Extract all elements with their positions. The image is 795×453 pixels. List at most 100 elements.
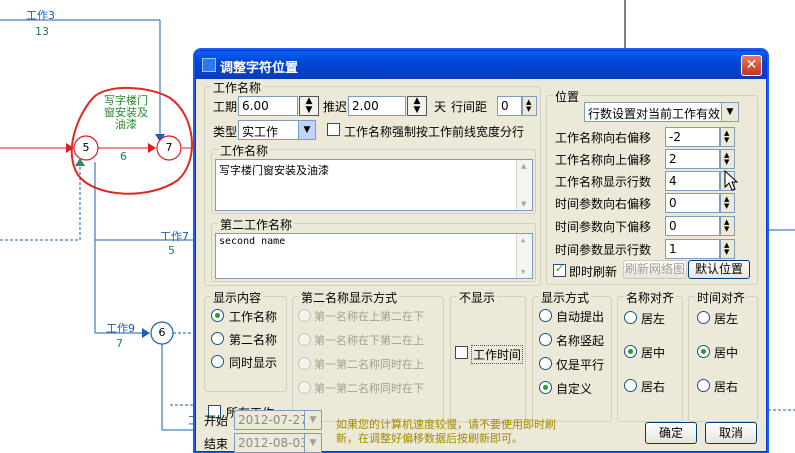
name-right-offset-spinner[interactable]: ▲ ▼ [720,127,735,147]
force-width-checkbox[interactable] [327,123,340,136]
note-line-2: 新，在调整好偏移数据后按刷新即可。 [336,432,523,445]
chevron-down-icon[interactable]: ▼ [298,121,315,139]
name-align-title: 名称对齐 [624,289,677,306]
mode-auto-radio[interactable] [539,309,552,322]
display-content-group: 显示内容 工作名称 第二名称 同时显示 [204,289,287,392]
mode-custom-radio[interactable] [539,381,552,394]
name-up-offset-label: 工作名称向上偏移 [555,153,652,167]
time-down-offset-input[interactable]: 0 [665,216,720,236]
end-date-select[interactable]: 2012-08-03 ▼ [234,433,322,453]
second-name-scrollbar[interactable]: ▲ ▼ [516,234,532,278]
duration-spinner[interactable]: ▲ ▼ [299,96,319,116]
time-rows-input[interactable]: 1 [665,239,720,259]
second-mode-option-4-radio[interactable] [298,381,311,394]
days-unit: 天 [434,100,447,114]
task-window-name: 写字楼门窗安装及油漆 [104,94,148,131]
line-spacing-input[interactable]: 0 [497,96,522,116]
name-up-offset-spinner[interactable]: ▲ ▼ [720,149,735,169]
time-rows-label: 时间参数显示行数 [555,243,652,257]
time-right-offset-label: 时间参数向右偏移 [555,197,652,211]
time-align-left-radio[interactable] [697,311,710,324]
name-box-title: 工作名称 [218,142,271,159]
display-second-name-radio[interactable] [211,332,224,345]
mouse-pointer-icon [724,170,739,191]
node-7[interactable]: 7 [159,141,179,154]
duration-input[interactable]: 6.00 [238,96,298,116]
note-line-1: 如果您的计算机速度较慢，请不要使用即时刷 [336,418,556,431]
second-mode-option-3-radio[interactable] [298,357,311,370]
mode-parallel-label: 仅是平行 [556,358,605,372]
second-mode-option-3-label: 第一第二名称同时在上 [314,358,424,371]
cancel-button[interactable]: 取消 [705,422,757,444]
hide-work-time-checkbox[interactable] [455,346,468,359]
second-name-textarea[interactable]: second name ▲ ▼ [215,233,533,279]
instant-refresh-label: 即时刷新 [569,265,618,279]
task-7-name: 工作7 [160,230,189,243]
line-spacing-spinner[interactable]: ▲ ▼ [522,96,537,116]
display-task-name-radio[interactable] [211,309,224,322]
mode-vertical-radio[interactable] [539,333,552,346]
name-align-right-label: 居右 [641,380,666,394]
second-name-box: 第二工作名称 second name ▲ ▼ [211,216,536,282]
instant-refresh-checkbox[interactable] [553,262,566,277]
time-down-offset-spinner[interactable]: ▲ ▼ [720,216,735,236]
start-label: 开始 [204,414,229,428]
second-mode-option-4-label: 第一第二名称同时在下 [314,382,424,395]
name-align-left-label: 居左 [641,312,666,326]
adjust-text-position-dialog: 调整字符位置 ✕ 工作名称 工期 6.00 ▲ ▼ 推迟 2.00 ▲ ▼ 天 行间… [195,50,767,453]
mode-custom-label: 自定义 [556,382,593,396]
type-select-value: 实工作 [242,125,279,139]
chevron-down-icon[interactable]: ▼ [721,103,738,121]
end-date-value: 2012-08-03 [238,436,308,450]
second-name-mode-title: 第二名称显示方式 [299,289,400,306]
second-name-box-title: 第二工作名称 [218,216,295,233]
line-spacing-label: 行间距 [451,100,488,114]
type-select[interactable]: 实工作 ▼ [238,120,316,140]
second-name-mode-group: 第二名称显示方式 第一名称在上第二在下 第一名称在下第二在上 第一第二名称同时在… [292,289,444,422]
close-button[interactable]: ✕ [741,55,762,76]
name-align-left-radio[interactable] [624,311,637,324]
chevron-down-icon[interactable]: ▼ [304,411,321,429]
display-both-radio[interactable] [211,355,224,368]
task-7-duration: 5 [168,244,175,257]
ok-button[interactable]: 确定 [645,422,697,444]
name-text: 写字楼门窗安装及油漆 [219,164,329,177]
node-5[interactable]: 5 [76,141,96,154]
display-mode-title: 显示方式 [539,289,592,306]
default-position-button[interactable]: 默认位置 [688,260,750,279]
name-textarea[interactable]: 写字楼门窗安装及油漆 ▲ ▼ [215,159,533,211]
name-rows-input[interactable]: 4 [665,171,720,191]
delay-spinner[interactable]: ▲ ▼ [407,96,427,116]
name-align-group: 名称对齐 居左 居中 居右 [617,289,683,422]
time-right-offset-input[interactable]: 0 [665,193,720,213]
task-9-duration: 7 [116,337,123,350]
name-up-offset-input[interactable]: 2 [665,149,720,169]
name-align-center-label: 居中 [641,346,666,360]
time-right-offset-spinner[interactable]: ▲ ▼ [720,193,735,213]
hidden-group: 不显示 工作时间 [450,289,526,422]
node-6[interactable]: 6 [152,326,172,339]
end-label: 结束 [204,437,229,451]
name-align-right-radio[interactable] [624,379,637,392]
name-box: 工作名称 写字楼门窗安装及油漆 ▲ ▼ [211,142,536,214]
chevron-down-icon[interactable]: ▼ [304,434,321,452]
time-align-center-radio[interactable] [697,345,710,358]
second-mode-option-2-radio[interactable] [298,333,311,346]
display-second-name-label: 第二名称 [229,333,278,347]
time-align-right-radio[interactable] [697,379,710,392]
name-align-center-radio[interactable] [624,345,637,358]
position-mode-select[interactable]: 行数设置对当前工作有效 ▼ [584,102,739,122]
name-scrollbar[interactable]: ▲ ▼ [516,160,532,210]
delay-input[interactable]: 2.00 [348,96,406,116]
second-mode-option-1-radio[interactable] [298,309,311,322]
refresh-diagram-button[interactable]: 刷新网络图 [623,260,687,279]
time-rows-spinner[interactable]: ▲ ▼ [720,239,735,259]
delay-label: 推迟 [323,100,348,114]
dialog-titlebar[interactable]: 调整字符位置 ✕ [196,51,766,79]
start-date-select[interactable]: 2012-07-27 ▼ [234,410,322,430]
name-right-offset-input[interactable]: -2 [665,127,720,147]
name-right-offset-label: 工作名称向右偏移 [555,131,652,145]
time-align-group: 时间对齐 居左 居中 居右 [688,289,758,422]
mode-parallel-radio[interactable] [539,357,552,370]
position-mode-value: 行数设置对当前工作有效 [588,107,721,121]
